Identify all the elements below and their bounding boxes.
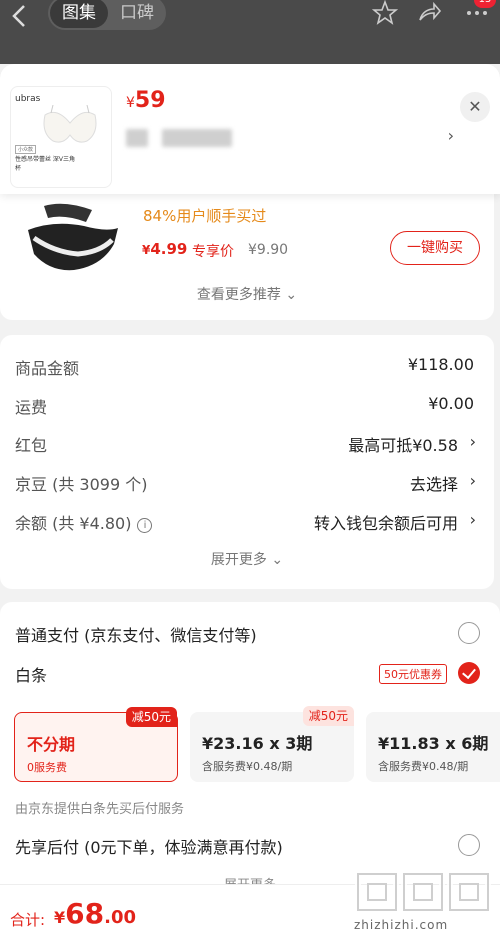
thumb-desc: 性感吊带蕾丝 深V三角杯 xyxy=(15,156,76,172)
chevron-right-icon: › xyxy=(469,510,476,529)
thumb-tag: 小众款 xyxy=(15,145,37,154)
fee-row-shipping: 运费 ¥0.00 xyxy=(15,394,474,417)
chevron-right-icon[interactable]: › xyxy=(448,126,454,145)
product-header: ubras 小众款 性感吊带蕾丝 深V三角杯 ¥59 › ✕ xyxy=(0,64,500,194)
fee-row-jingdou[interactable]: 京豆 (共 3099 个) 去选择 › xyxy=(15,471,476,495)
chevron-right-icon: › xyxy=(469,432,476,451)
provider-note: 由京东提供白条先买后付服务 xyxy=(15,802,185,817)
star-icon[interactable] xyxy=(372,0,398,26)
payment-option-pay-after[interactable]: 先享后付 (0元下单，体验满意再付款) xyxy=(15,834,480,858)
tab-switcher: 图集 口碑 xyxy=(48,0,166,30)
recommendation-card: 84%用户顺手买过 ¥4.99 专享价 ¥9.90 一键购买 查看更多推荐 ⌄ xyxy=(0,178,494,320)
fees-card: 商品金额 ¥118.00 运费 ¥0.00 红包 最高可抵¥0.58 › 京豆 … xyxy=(0,335,494,589)
thumb-brand: ubras xyxy=(15,94,41,104)
exclusive-price-tag: 专享价 xyxy=(192,244,234,260)
installment-plan-3[interactable]: 减50元 ¥23.16 x 3期 含服务费¥0.48/期 xyxy=(190,706,354,782)
coupon-badge: 50元优惠券 xyxy=(379,664,447,684)
radio-pay-after[interactable] xyxy=(458,834,480,856)
price-value: 59 xyxy=(134,88,166,113)
tab-gallery[interactable]: 图集 xyxy=(50,0,108,28)
payment-option-baitiao[interactable]: 白条 50元优惠券 xyxy=(15,662,480,686)
bra-image xyxy=(43,105,97,143)
purchase-rate-text: 84%用户顺手买过 xyxy=(143,207,267,225)
close-button[interactable]: ✕ xyxy=(460,92,490,122)
one-click-buy-button[interactable]: 一键购买 xyxy=(390,231,480,265)
product-thumbnail: ubras 小众款 性感吊带蕾丝 深V三角杯 xyxy=(10,86,112,188)
total-amount: ¥68.00 xyxy=(54,897,136,930)
discount-badge: 减50元 xyxy=(125,707,177,727)
product-price: ¥59 xyxy=(126,88,166,113)
recommend-product-image xyxy=(14,200,126,276)
total-label: 合计: xyxy=(10,911,46,929)
back-arrow-icon[interactable] xyxy=(8,2,32,30)
installment-plan-none[interactable]: 减50元 不分期 0服务费 xyxy=(14,707,178,782)
product-name-blurred xyxy=(126,126,232,150)
watermark-logo xyxy=(355,871,491,913)
currency-symbol: ¥ xyxy=(126,95,135,111)
radio-baitiao-payment[interactable] xyxy=(458,662,480,684)
top-bar: 图集 口碑 15 xyxy=(0,0,500,64)
radio-normal-payment[interactable] xyxy=(458,622,480,644)
info-icon[interactable]: i xyxy=(137,518,153,533)
chevron-right-icon: › xyxy=(469,471,476,490)
original-price: ¥9.90 xyxy=(248,242,289,258)
order-sheet: ubras 小众款 性感吊带蕾丝 深V三角杯 ¥59 › ✕ 84%用户顺手买过 xyxy=(0,64,500,945)
site-watermark: zhizhizhi.com xyxy=(352,868,494,940)
tab-reviews[interactable]: 口碑 xyxy=(108,0,166,28)
fee-row-goods-amount: 商品金额 ¥118.00 xyxy=(15,355,474,378)
payment-card: 普通支付 (京东支付、微信支付等) 白条 50元优惠券 减50元 不分期 0服务… xyxy=(0,602,500,902)
payment-option-normal[interactable]: 普通支付 (京东支付、微信支付等) xyxy=(15,622,480,646)
recommend-price: ¥4.99 xyxy=(142,240,188,258)
watermark-site: zhizhizhi.com xyxy=(354,918,449,932)
fee-row-balance[interactable]: 余额 (共 ¥4.80) i 转入钱包余额后可用 › xyxy=(15,510,476,534)
fee-row-red-packet[interactable]: 红包 最高可抵¥0.58 › xyxy=(15,432,476,456)
expand-more-fees[interactable]: 展开更多 ⌄ xyxy=(0,549,494,569)
see-more-recommendations[interactable]: 查看更多推荐 ⌄ xyxy=(0,284,494,304)
share-icon[interactable] xyxy=(416,0,442,26)
installment-plan-6[interactable]: ¥11.83 x 6期 含服务费¥0.48/期 xyxy=(366,712,500,782)
notification-badge: 15 xyxy=(474,0,496,8)
more-icon[interactable]: 15 xyxy=(464,0,496,26)
discount-badge: 减50元 xyxy=(302,706,354,726)
